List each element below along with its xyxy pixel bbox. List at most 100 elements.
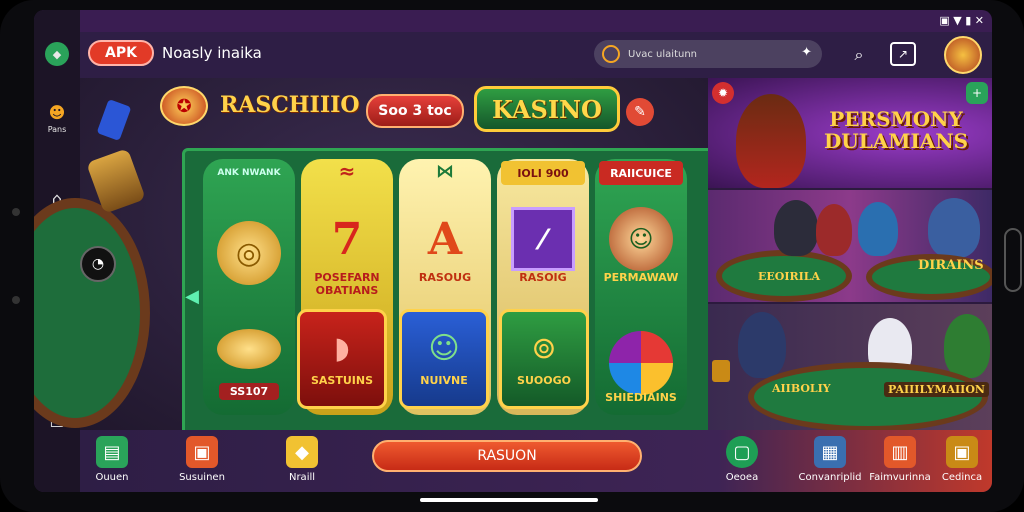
- game-logo-icon: ✪: [160, 86, 208, 126]
- reel-2-tile-label: SASTUINS: [310, 374, 373, 387]
- kasino-logo: KASINO: [474, 86, 620, 132]
- ball-icon: [609, 331, 673, 395]
- nav-item-7[interactable]: ▣ Cedinca: [930, 436, 992, 483]
- status-bar: ▣ ▼ ▮ ✕: [939, 14, 984, 27]
- app-logo-icon[interactable]: ◆: [45, 42, 69, 66]
- reel-1-head: ANK NWANK: [217, 168, 281, 178]
- reel-5-symbol-label: PERMAWAW: [603, 271, 679, 284]
- boy-icon: ☺: [428, 331, 460, 366]
- badge-icon: ✹: [712, 82, 734, 104]
- gift-icon: ▣: [186, 436, 218, 468]
- nav-item-5[interactable]: ▦ Convanriplid: [798, 436, 862, 483]
- pans-label: Pans: [47, 124, 67, 134]
- player-figure: [928, 198, 980, 258]
- player-figure: [738, 312, 786, 378]
- coins-icon: [217, 329, 281, 369]
- coin-icon: ◎: [217, 221, 281, 285]
- screen: ◆ ☻ Pans ⌂ ○ ◁ ▭ ▣ ▼ ▮ ✕ APK Noasly inai…: [34, 10, 992, 492]
- nav-item-5-label: Convanriplid: [798, 472, 862, 483]
- nav-item-4[interactable]: ▢ Oeoea: [710, 436, 774, 483]
- player-figure: [774, 200, 818, 256]
- promo-1-title: PERSMONY DULAMIANS: [823, 107, 969, 153]
- search-icon[interactable]: ⌕: [846, 42, 872, 68]
- promo-3-label-1: AIIBOLIY: [772, 382, 831, 395]
- clock-icon[interactable]: ◔: [80, 246, 116, 282]
- reel-5-label: SHIEDIAINS: [605, 391, 677, 404]
- center-action-button[interactable]: RASUON: [372, 440, 642, 472]
- reel-2-symbol-label: POSEFARN OBATIANS: [314, 271, 380, 297]
- promo-banner-3[interactable]: AIIBOLIY PAIIILYMAIION: [708, 304, 992, 430]
- reel-5-head: RAIICUICE: [599, 161, 683, 185]
- header-button[interactable]: Soo 3 toc: [366, 94, 464, 128]
- promo-2-label-2: DIRAINS: [918, 258, 984, 273]
- side-button: [1004, 228, 1022, 292]
- letter-a-icon: A: [427, 213, 463, 265]
- plus-icon[interactable]: +: [966, 82, 988, 104]
- sensor-dot: [12, 296, 20, 304]
- promo-banner-1[interactable]: ✹ + PERSMONY DULAMIANS: [708, 78, 992, 188]
- avatar[interactable]: [944, 36, 982, 74]
- nav-item-7-label: Cedinca: [941, 472, 983, 483]
- nav-item-4-label: Oeoea: [725, 472, 759, 483]
- nav-item-1[interactable]: ▤ Ouuen: [80, 436, 144, 483]
- calendar-icon: ▥: [884, 436, 916, 468]
- reel-4-tile[interactable]: ⊚ SUOOGO: [499, 309, 589, 409]
- reel-4-symbol-label: RASOIG: [519, 271, 567, 284]
- steak-icon: ◗: [334, 331, 350, 366]
- profile-icon[interactable]: ☻: [45, 100, 69, 124]
- search-placeholder: Uvac ulaitunn: [628, 48, 697, 60]
- apk-badge[interactable]: APK: [88, 40, 154, 66]
- player-figure: [944, 314, 990, 378]
- bow-icon: ⋈: [436, 160, 454, 182]
- nav-item-6[interactable]: ▥ Faimvurinna: [868, 436, 932, 483]
- home-indicator[interactable]: [420, 498, 598, 502]
- game-area: ◔ ✪ RASCHIIIO Soo 3 toc KASINO ✎ ◀ ▶ ANK…: [34, 78, 726, 438]
- package-icon: ▣: [946, 436, 978, 468]
- reel-2-tile[interactable]: ◗ SASTUINS: [297, 309, 387, 409]
- seven-icon: 7: [331, 213, 363, 265]
- chat-icon: ▢: [726, 436, 758, 468]
- shop-icon: ▤: [96, 436, 128, 468]
- woman-figure: [736, 94, 806, 188]
- promo-3-label-2: PAIIILYMAIION: [884, 382, 989, 397]
- slot-machine: ◀ ▶ ANK NWANK ◎ SS107 ≈ 7 POSEFARN OBATI…: [182, 148, 726, 438]
- reel-1-label: SS107: [219, 383, 279, 400]
- arrow-left-icon[interactable]: ◀: [183, 271, 201, 321]
- nav-item-3-label: Nraill: [288, 472, 316, 483]
- creature-figure: [858, 202, 898, 256]
- lantern-icon: [712, 360, 730, 382]
- nav-item-1-label: Ouuen: [95, 472, 129, 483]
- reel-3-tile[interactable]: ☺ NUIVNE: [399, 309, 489, 409]
- wrench-icon[interactable]: ✎: [626, 98, 654, 126]
- app-title: Noasly inaika: [162, 44, 262, 62]
- search-bar[interactable]: Uvac ulaitunn ✦: [594, 40, 822, 68]
- coupon-icon: ◆: [286, 436, 318, 468]
- star-icon[interactable]: ✦: [801, 45, 812, 60]
- nav-item-3[interactable]: ◆ Nraill: [270, 436, 334, 483]
- nav-item-6-label: Faimvurinna: [869, 472, 931, 483]
- promo-column: ✹ + PERSMONY DULAMIANS EEOIRILA DIRAINS: [708, 78, 992, 430]
- character-icon: ☺: [609, 207, 673, 271]
- reel-4-tile-label: SUOOGO: [517, 374, 571, 387]
- phone-frame: ◆ ☻ Pans ⌂ ○ ◁ ▭ ▣ ▼ ▮ ✕ APK Noasly inai…: [0, 0, 1024, 512]
- reel-3-symbol-label: RASOUG: [418, 271, 472, 284]
- share-icon[interactable]: ↗: [890, 42, 916, 66]
- player-figure: [816, 204, 852, 256]
- nav-item-2[interactable]: ▣ Susuinen: [170, 436, 234, 483]
- box-icon: ▦: [814, 436, 846, 468]
- reel-1: ANK NWANK ◎ SS107: [203, 159, 295, 415]
- reel-5: RAIICUICE ☺ PERMAWAW SHIEDIAINS: [595, 159, 687, 415]
- top-bar: APK Noasly inaika Uvac ulaitunn ✦ ⌕ ↗: [80, 32, 992, 78]
- meat-icon: ≈: [338, 159, 356, 183]
- promo-2-label-1: EEOIRILA: [758, 270, 821, 283]
- promo-banner-2[interactable]: EEOIRILA DIRAINS: [708, 190, 992, 302]
- poker-table-edge: [34, 198, 150, 428]
- bottom-nav: ▤ Ouuen ▣ Susuinen ◆ Nraill RASUON ▢ Oeo…: [80, 430, 992, 492]
- reel-4-head: IOLI 900: [501, 161, 585, 185]
- chart-icon: ⁄: [511, 207, 575, 271]
- search-icon: [602, 45, 620, 63]
- camera-dot: [12, 208, 20, 216]
- reel-3-tile-label: NUIVNE: [420, 374, 468, 387]
- chips-icon: [96, 98, 132, 142]
- nav-item-2-label: Susuinen: [179, 472, 225, 483]
